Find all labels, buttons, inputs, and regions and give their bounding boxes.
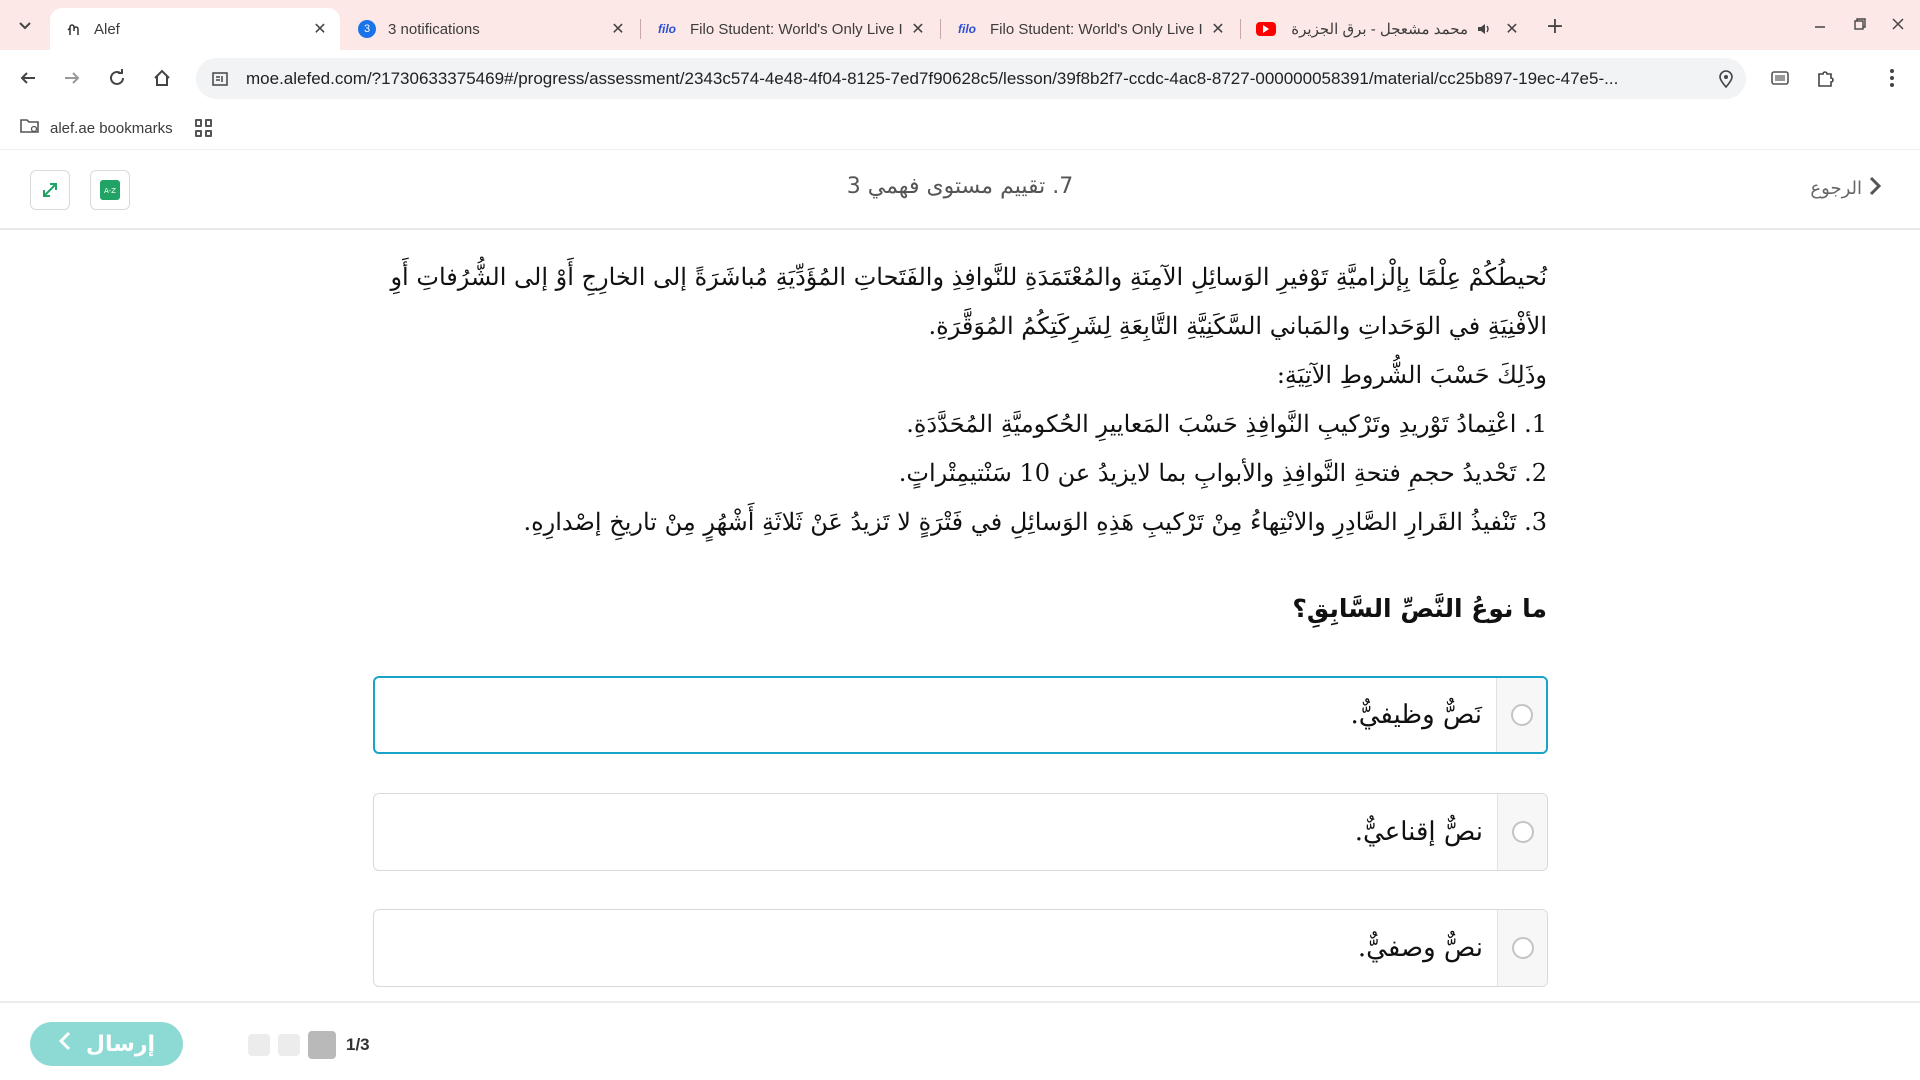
tab-search-chevron-icon[interactable]	[10, 11, 40, 39]
tab-alef[interactable]: Alef ✕	[50, 8, 340, 50]
apps-grid-icon[interactable]	[194, 119, 213, 137]
page-indicator[interactable]	[248, 1034, 270, 1056]
tab-title: محمد مشعجل - برق الجزيرة	[1291, 21, 1468, 38]
tab-close-icon[interactable]: ✕	[1500, 17, 1524, 41]
radio-button[interactable]	[1510, 704, 1533, 726]
reading-passage: نُحيطُكُمْ عِلْمًا بِإلْزاميَّةِ تَوْفير…	[367, 253, 1547, 547]
cast-icon[interactable]	[1764, 62, 1796, 94]
tab-youtube[interactable]: محمد مشعجل - برق الجزيرة ✕	[1242, 8, 1532, 50]
passage-paragraph: نُحيطُكُمْ عِلْمًا بِإلْزاميَّةِ تَوْفير…	[390, 263, 1547, 340]
filo-icon: filo	[958, 22, 976, 36]
site-info-icon[interactable]	[210, 69, 230, 89]
tab-close-icon[interactable]: ✕	[906, 17, 930, 41]
forward-arrow-icon[interactable]	[54, 60, 90, 96]
close-window-icon[interactable]	[1876, 10, 1920, 38]
tab-title: Filo Student: World's Only Live I	[690, 20, 903, 38]
page-title: 7. تقييم مستوى فهمي 3	[846, 174, 1074, 199]
app-header: A-Z 7. تقييم مستوى فهمي 3 الرجوع	[0, 149, 1920, 230]
tab-separator	[940, 19, 941, 39]
passage-condition-1: 1. اعْتِمادُ تَوْريدِ وتَرْكيبِ النَّواف…	[906, 410, 1547, 438]
tab-strip: Alef ✕ 3 3 notifications ✕ filo Filo Stu…	[0, 0, 1920, 50]
option-label: نصٌّ إقناعيٌّ.	[1354, 817, 1483, 847]
radio-cell[interactable]	[1497, 910, 1547, 986]
send-button[interactable]: إرسال	[30, 1022, 183, 1066]
tab-filo-1[interactable]: filo Filo Student: World's Only Live I ✕	[642, 8, 938, 50]
radio-button[interactable]	[1511, 821, 1534, 843]
location-pin-icon[interactable]	[1706, 69, 1746, 88]
new-tab-plus-icon[interactable]: +	[1538, 12, 1572, 40]
option-label: نصٌّ وصفيٌّ.	[1357, 933, 1483, 963]
answer-option-3[interactable]: نصٌّ وصفيٌّ.	[373, 909, 1548, 987]
passage-condition-2: 2. تَحْديدُ حجمِ فتحةِ النَّوافِذِ والأب…	[898, 459, 1547, 487]
home-icon[interactable]	[144, 60, 180, 96]
passage-line: وذَلِكَ حَسْبَ الشُّروطِ الآتِيَةِ:	[1276, 361, 1547, 389]
bookmark-label: alef.ae bookmarks	[50, 119, 173, 137]
tab-title: Filo Student: World's Only Live I	[990, 20, 1203, 38]
tab-filo-2[interactable]: filo Filo Student: World's Only Live I ✕	[942, 8, 1238, 50]
radio-cell[interactable]	[1497, 794, 1547, 870]
chevron-left-icon	[1868, 176, 1882, 201]
assessment-content: نُحيطُكُمْ عِلْمًا بِإلْزاميَّةِ تَوْفير…	[0, 231, 1920, 1001]
youtube-icon	[1256, 22, 1276, 36]
radio-button[interactable]	[1511, 937, 1534, 959]
filo-icon: filo	[658, 22, 676, 36]
alef-icon	[64, 20, 82, 38]
passage-condition-3: 3. تَنْفيذُ القَرارِ الصَّادِرِ والانْتِ…	[523, 508, 1547, 536]
back-button[interactable]: الرجوع	[1810, 176, 1882, 201]
minimize-icon[interactable]	[1798, 10, 1842, 38]
url-text: moe.alefed.com/?1730633375469#/progress/…	[246, 68, 1619, 88]
tab-close-icon[interactable]: ✕	[606, 17, 630, 41]
question-text: ما نوعُ النَّصِّ السَّابِقِ؟	[1292, 594, 1547, 623]
tab-separator	[1240, 19, 1241, 39]
option-label: نَصٌّ وظيفيٌّ.	[1350, 700, 1482, 730]
back-label: الرجوع	[1810, 178, 1862, 199]
send-label: إرسال	[85, 1031, 156, 1057]
pager-label: 1/3	[346, 1035, 370, 1054]
more-menu-icon[interactable]	[1876, 62, 1908, 94]
answer-option-1[interactable]: نَصٌّ وظيفيٌّ.	[373, 676, 1548, 754]
tab-title: Alef	[94, 20, 120, 38]
speaker-icon[interactable]	[1476, 21, 1492, 37]
extensions-puzzle-icon[interactable]	[1810, 62, 1842, 94]
tab-separator	[640, 19, 641, 39]
reload-icon[interactable]	[99, 60, 135, 96]
page-indicator-current[interactable]	[308, 1031, 336, 1059]
tab-title: 3 notifications	[388, 20, 480, 38]
bookmark-folder[interactable]: alef.ae bookmarks	[20, 118, 173, 138]
tab-notifications[interactable]: 3 3 notifications ✕	[344, 8, 638, 50]
folder-icon	[20, 118, 40, 138]
assessment-footer: إرسال 1/3	[0, 1001, 1920, 1080]
browser-toolbar: moe.alefed.com/?1730633375469#/progress/…	[0, 50, 1920, 107]
question-pager: 1/3	[248, 1031, 370, 1059]
back-arrow-icon[interactable]	[10, 60, 46, 96]
chevron-left-icon	[58, 1031, 72, 1057]
bookmarks-bar: alef.ae bookmarks	[0, 107, 1920, 149]
tab-close-icon[interactable]: ✕	[308, 17, 332, 41]
radio-cell[interactable]	[1496, 678, 1546, 752]
tab-close-icon[interactable]: ✕	[1206, 17, 1230, 41]
notification-badge-icon: 3	[358, 20, 376, 38]
answer-option-2[interactable]: نصٌّ إقناعيٌّ.	[373, 793, 1548, 871]
page-indicator[interactable]	[278, 1034, 300, 1056]
address-bar[interactable]: moe.alefed.com/?1730633375469#/progress/…	[196, 58, 1746, 99]
